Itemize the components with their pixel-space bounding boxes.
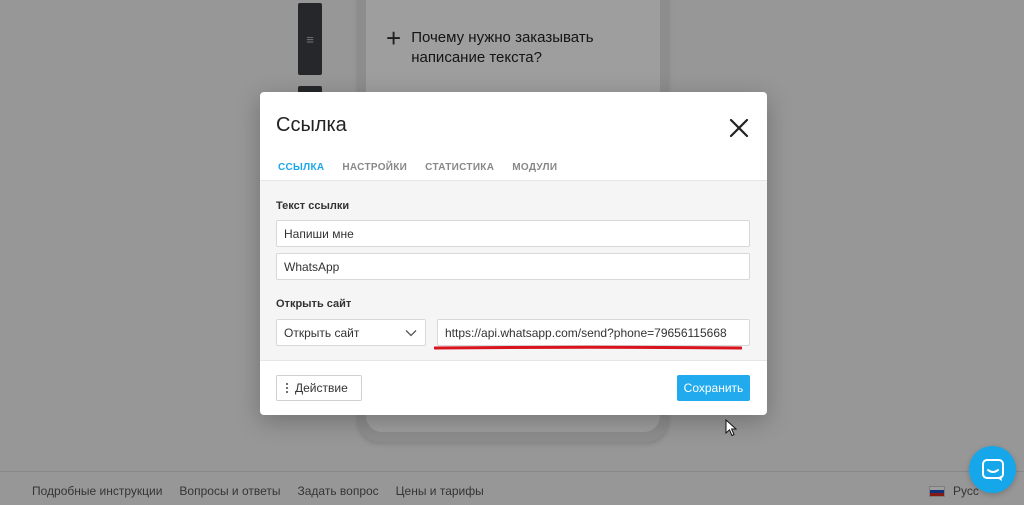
link-text-label: Текст ссылки [276, 200, 350, 212]
action-button[interactable]: Действие [276, 375, 362, 401]
chat-icon [981, 458, 1004, 481]
modal-title: Ссылка [276, 114, 347, 136]
chat-widget-button[interactable] [969, 446, 1016, 493]
url-input[interactable] [437, 319, 750, 346]
open-site-label: Открыть сайт [276, 298, 352, 310]
link-subtext-input[interactable] [276, 253, 750, 280]
mouse-cursor-icon [725, 419, 737, 437]
modal-footer: Действие Сохранить [260, 361, 767, 415]
link-text-input[interactable] [276, 220, 750, 247]
close-button[interactable] [726, 115, 752, 141]
open-site-select[interactable]: Открыть сайт [276, 319, 426, 346]
link-modal: Ссылка ССЫЛКА НАСТРОЙКИ СТАТИСТИКА МОДУЛ… [260, 92, 767, 415]
action-button-label: Действие [295, 381, 348, 395]
modal-body: Текст ссылки Открыть сайт Открыть сайт [260, 180, 767, 361]
close-icon [729, 118, 749, 138]
chevron-down-icon [405, 330, 417, 337]
save-button[interactable]: Сохранить [677, 375, 750, 401]
open-site-select-value: Открыть сайт [284, 325, 360, 340]
more-vertical-icon [286, 383, 288, 393]
